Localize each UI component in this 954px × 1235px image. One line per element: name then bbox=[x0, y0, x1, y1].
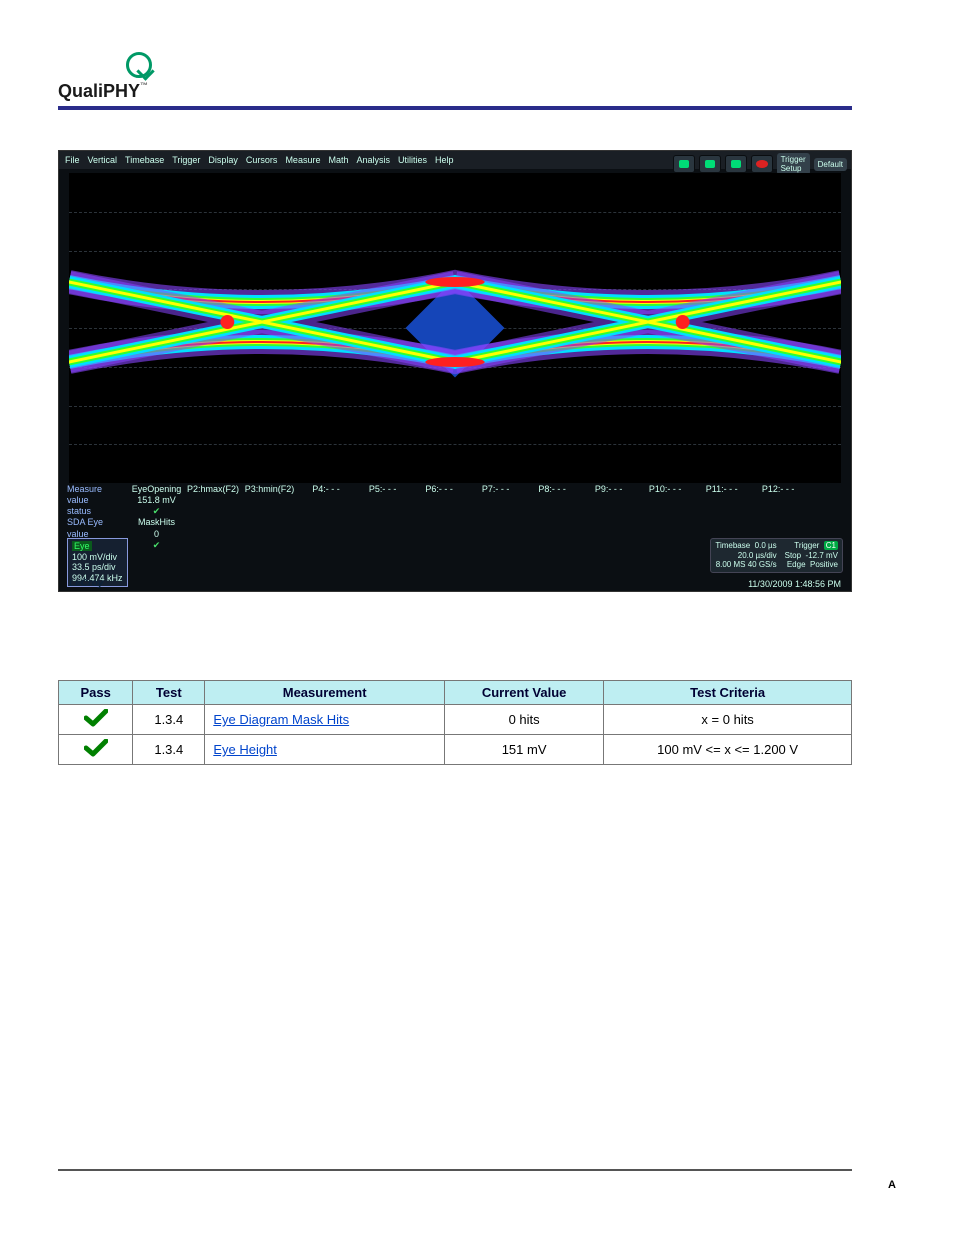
meas-maskhits-value: 0 bbox=[130, 529, 184, 540]
cell-meas-1: Eye Height bbox=[205, 735, 445, 765]
cell-criteria-1: 100 mV <= x <= 1.200 V bbox=[604, 735, 852, 765]
hdr-measurement: Measurement bbox=[205, 681, 445, 705]
menu-display[interactable]: Display bbox=[208, 155, 238, 165]
tb-l2: 8.00 MS 40 GS/s bbox=[716, 560, 777, 569]
meas-p1: EyeOpening bbox=[130, 484, 184, 495]
cell-test-1: 1.3.4 bbox=[133, 735, 205, 765]
toolbar-trigger-setup[interactable]: Trigger Setup bbox=[777, 153, 810, 175]
cell-value-1: 151 mV bbox=[444, 735, 603, 765]
pass-icon-cell bbox=[59, 705, 133, 735]
toolbar-stop-button[interactable] bbox=[751, 155, 773, 173]
table-row: 1.3.4 Eye Diagram Mask Hits 0 hits x = 0… bbox=[59, 705, 852, 735]
footer-rule bbox=[58, 1169, 852, 1171]
page-number: A bbox=[888, 1179, 896, 1191]
tb-pos: 0.0 µs bbox=[755, 541, 777, 550]
menu-math[interactable]: Math bbox=[328, 155, 348, 165]
meas-p9: P9:- - - bbox=[582, 484, 636, 495]
oscilloscope-screenshot: File Vertical Timebase Trigger Display C… bbox=[58, 150, 852, 592]
toolbar-btn-3[interactable] bbox=[725, 155, 747, 173]
meas-p11: P11:- - - bbox=[695, 484, 749, 495]
toolbar-btn-1[interactable] bbox=[673, 155, 695, 173]
menu-measure[interactable]: Measure bbox=[285, 155, 320, 165]
trig-edge: Edge bbox=[787, 560, 806, 569]
brand-tm: ™ bbox=[140, 81, 148, 90]
hdr-criteria: Test Criteria bbox=[604, 681, 852, 705]
cell-criteria-0: x = 0 hits bbox=[604, 705, 852, 735]
brand-wordmark: QualiPHY™ bbox=[58, 81, 852, 102]
eye-ch-l1: 100 mV/div bbox=[72, 552, 117, 562]
pass-icon-cell bbox=[59, 735, 133, 765]
meas-p6: P6:- - - bbox=[412, 484, 466, 495]
meas-lbl-value: value bbox=[67, 495, 127, 506]
cell-meas-0: Eye Diagram Mask Hits bbox=[205, 705, 445, 735]
hdr-value: Current Value bbox=[444, 681, 603, 705]
meas-p7: P7:- - - bbox=[469, 484, 523, 495]
hdr-pass: Pass bbox=[59, 681, 133, 705]
hdr-test: Test bbox=[133, 681, 205, 705]
menu-analysis[interactable]: Analysis bbox=[356, 155, 390, 165]
toolbar-default[interactable]: Default bbox=[814, 158, 847, 171]
grid-line bbox=[69, 444, 841, 445]
brand-icon bbox=[126, 52, 152, 78]
brand-name: QualiPHY bbox=[58, 81, 140, 101]
table-row: 1.3.4 Eye Height 151 mV 100 mV <= x <= 1… bbox=[59, 735, 852, 765]
meas-p8: P8:- - - bbox=[525, 484, 579, 495]
meas-lbl-sdaeye: SDA Eye bbox=[67, 517, 127, 528]
meas-maskhits-label: MaskHits bbox=[130, 517, 184, 528]
menu-help[interactable]: Help bbox=[435, 155, 454, 165]
cell-test-0: 1.3.4 bbox=[133, 705, 205, 735]
meas-eyeopen-value: 151.8 mV bbox=[130, 495, 184, 506]
checkmark-icon bbox=[84, 709, 108, 727]
eye-diagram-plot bbox=[69, 173, 841, 483]
tb-lbl: Timebase bbox=[715, 541, 750, 550]
meas-lbl-measure: Measure bbox=[67, 484, 127, 495]
scope-toolbar: Trigger Setup Default bbox=[673, 153, 847, 175]
meas-lbl-status: status bbox=[67, 506, 127, 517]
link-eye-diagram-mask-hits[interactable]: Eye Diagram Mask Hits bbox=[213, 712, 349, 727]
eye-ch-hd: Eye bbox=[72, 541, 92, 551]
menu-file[interactable]: File bbox=[65, 155, 80, 165]
menu-trigger[interactable]: Trigger bbox=[172, 155, 200, 165]
trig-pol: Positive bbox=[810, 560, 838, 569]
eye-ch-l2: 33.5 ps/div bbox=[72, 562, 116, 572]
trig-level: -12.7 mV bbox=[806, 551, 838, 560]
grid-line bbox=[69, 212, 841, 213]
menu-vertical[interactable]: Vertical bbox=[88, 155, 118, 165]
c1-badge: C1 bbox=[824, 541, 838, 550]
results-table: Pass Test Measurement Current Value Test… bbox=[58, 680, 852, 765]
eye-svg bbox=[69, 267, 841, 377]
meas-p2: P2:hmax(F2) bbox=[186, 484, 240, 495]
scope-measure-table: Measure EyeOpening P2:hmax(F2) P3:hmin(F… bbox=[67, 484, 805, 552]
brand-logo: QualiPHY™ bbox=[58, 52, 852, 102]
trig-lbl: Trigger bbox=[794, 541, 819, 550]
menu-cursors[interactable]: Cursors bbox=[246, 155, 278, 165]
meas-p5: P5:- - - bbox=[356, 484, 410, 495]
meas-p4: P4:- - - bbox=[299, 484, 353, 495]
grid-line bbox=[69, 406, 841, 407]
tb-l1: 20.0 µs/div bbox=[738, 551, 777, 560]
cell-value-0: 0 hits bbox=[444, 705, 603, 735]
scope-timestamp: 11/30/2009 1:48:56 PM bbox=[748, 579, 841, 589]
meas-status-ok-1: ✔ bbox=[130, 506, 184, 517]
meas-p10: P10:- - - bbox=[638, 484, 692, 495]
results-header-row: Pass Test Measurement Current Value Test… bbox=[59, 681, 852, 705]
checkmark-icon bbox=[84, 739, 108, 757]
eye-pattern bbox=[69, 267, 841, 377]
menu-utilities[interactable]: Utilities bbox=[398, 155, 427, 165]
toolbar-btn-2[interactable] bbox=[699, 155, 721, 173]
trig-mode: Stop bbox=[785, 551, 801, 560]
menu-timebase[interactable]: Timebase bbox=[125, 155, 164, 165]
grid-line bbox=[69, 251, 841, 252]
meas-p12: P12:- - - bbox=[751, 484, 805, 495]
link-eye-height[interactable]: Eye Height bbox=[213, 742, 277, 757]
meas-p3: P3:hmin(F2) bbox=[243, 484, 297, 495]
scope-vendor: LeCroy bbox=[69, 578, 103, 589]
meas-status-ok-2: ✔ bbox=[130, 540, 184, 551]
page-header: QualiPHY™ bbox=[58, 48, 852, 110]
scope-timebase-trigger-box: Timebase 0.0 µs 20.0 µs/div 8.00 MS 40 G… bbox=[710, 538, 843, 573]
